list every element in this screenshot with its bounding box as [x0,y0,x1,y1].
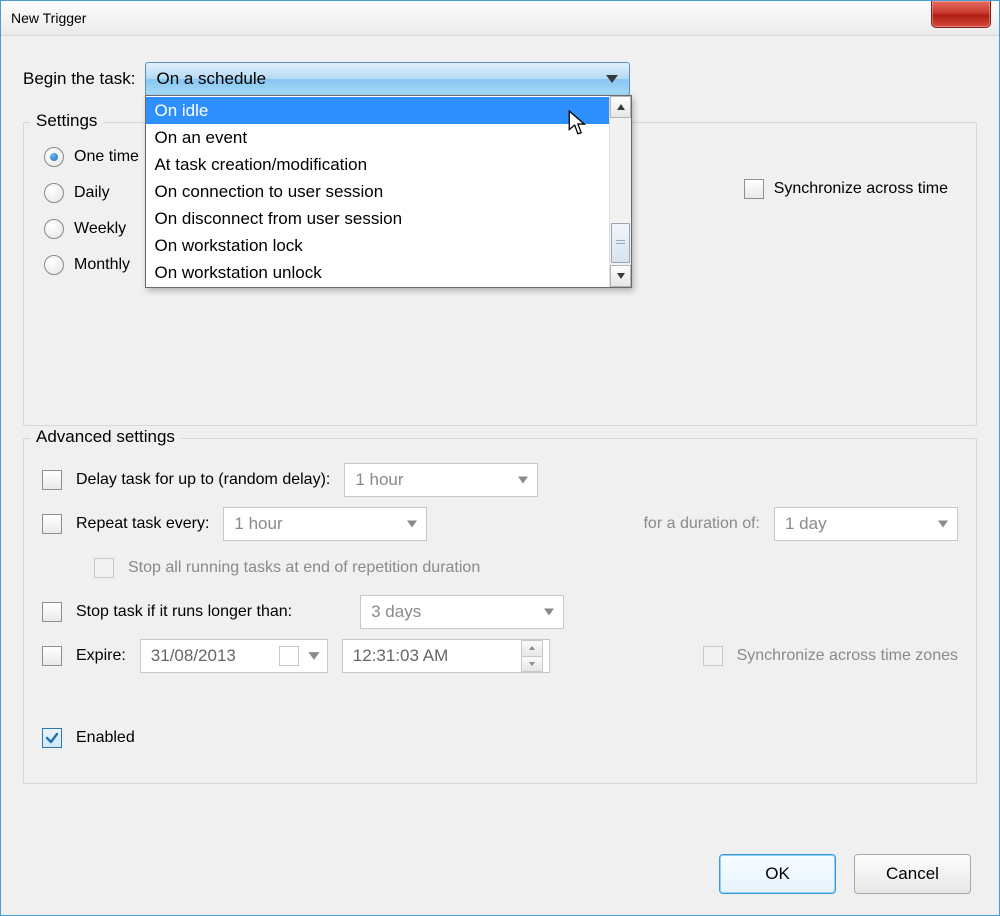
begin-task-combobox[interactable]: On a schedule [145,62,630,96]
frequency-label: Daily [74,184,110,202]
repeat-duration-label: for a duration of: [643,515,760,533]
sync-timezones-checkbox[interactable] [744,179,764,199]
expire-label: Expire: [76,647,126,665]
cancel-button[interactable]: Cancel [854,854,971,894]
delay-value: 1 hour [355,470,403,490]
check-icon [45,731,59,745]
scroll-thumb[interactable] [611,223,630,263]
new-trigger-dialog: New Trigger Begin the task: On a schedul… [0,0,1000,916]
radio-icon [44,219,64,239]
close-button[interactable] [931,1,991,28]
window-title: New Trigger [11,10,86,26]
frequency-label: One time [74,148,139,166]
frequency-label: Monthly [74,256,130,274]
expire-time-input[interactable]: 12:31:03 AM [342,639,550,673]
calendar-icon [279,646,299,666]
expire-date-input[interactable]: 31/08/2013 [140,639,328,673]
repeat-checkbox[interactable] [42,514,62,534]
time-spinner[interactable] [521,640,543,672]
radio-icon [44,147,64,167]
stop-if-label: Stop task if it runs longer than: [76,603,292,621]
frequency-label: Weekly [74,220,126,238]
expire-date-value: 31/08/2013 [151,646,236,666]
scroll-up-button[interactable] [610,96,631,118]
frequency-weekly[interactable]: Weekly [44,219,139,239]
delay-label: Delay task for up to (random delay): [76,471,330,489]
frequency-one-time[interactable]: One time [44,147,139,167]
chevron-down-icon [605,74,619,84]
sync-timezones-label: Synchronize across time [774,180,948,198]
enabled-checkbox[interactable] [42,728,62,748]
advanced-legend: Advanced settings [30,427,181,447]
radio-icon [44,183,64,203]
enabled-label: Enabled [76,729,135,747]
spin-down-icon [522,656,542,672]
dropdown-item[interactable]: At task creation/modification [146,151,609,178]
stop-all-label: Stop all running tasks at end of repetit… [128,559,480,577]
begin-task-dropdown: On idle On an event At task creation/mod… [145,95,632,288]
frequency-monthly[interactable]: Monthly [44,255,139,275]
scroll-down-button[interactable] [610,265,631,287]
dropdown-item[interactable]: On connection to user session [146,178,609,205]
delay-select[interactable]: 1 hour [344,463,538,497]
dropdown-item[interactable]: On workstation unlock [146,259,609,286]
ok-button[interactable]: OK [719,854,836,894]
stop-if-checkbox[interactable] [42,602,62,622]
chevron-down-icon [517,476,529,485]
repeat-duration-value: 1 day [785,514,827,534]
stop-if-value: 3 days [371,602,421,622]
dropdown-scrollbar[interactable] [609,96,631,287]
begin-task-label: Begin the task: [23,69,135,89]
expire-checkbox[interactable] [42,646,62,666]
dropdown-item[interactable]: On disconnect from user session [146,205,609,232]
delay-checkbox[interactable] [42,470,62,490]
frequency-daily[interactable]: Daily [44,183,139,203]
dropdown-item[interactable]: On idle [146,97,609,124]
repeat-interval-select[interactable]: 1 hour [223,507,427,541]
stop-all-checkbox [94,558,114,578]
titlebar: New Trigger [1,1,999,36]
expire-time-value: 12:31:03 AM [353,646,448,666]
repeat-label: Repeat task every: [76,515,209,533]
chevron-down-icon [937,520,949,529]
chevron-down-icon [406,520,418,529]
dropdown-item[interactable]: On an event [146,124,609,151]
chevron-down-icon [307,651,321,661]
expire-sync-label: Synchronize across time zones [737,647,958,665]
expire-sync-checkbox [703,646,723,666]
spin-up-icon [522,641,542,656]
radio-icon [44,255,64,275]
settings-legend: Settings [30,111,103,131]
repeat-value: 1 hour [234,514,282,534]
begin-task-selected: On a schedule [156,69,266,89]
stop-if-select[interactable]: 3 days [360,595,564,629]
advanced-settings-group: Advanced settings Delay task for up to (… [23,438,977,784]
repeat-duration-select[interactable]: 1 day [774,507,958,541]
dropdown-item[interactable]: On workstation lock [146,232,609,259]
chevron-down-icon [543,608,555,617]
